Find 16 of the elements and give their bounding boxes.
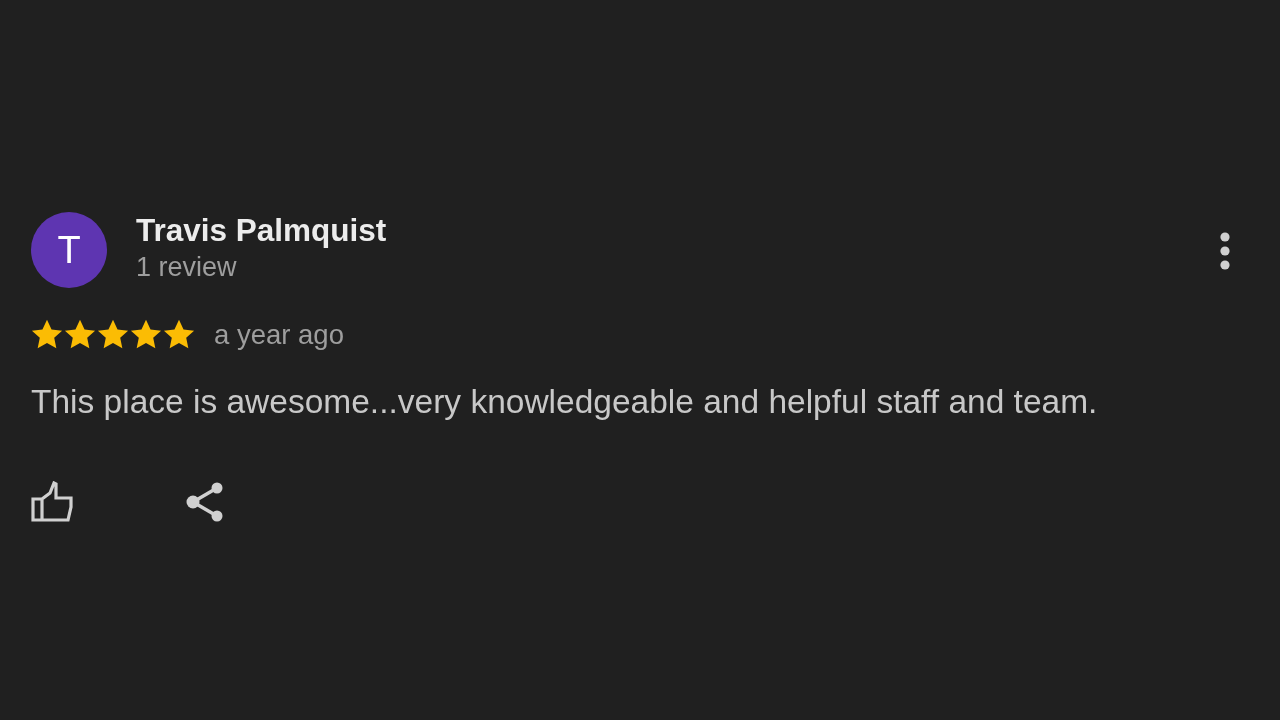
review-text: This place is awesome...very knowledgeable and helpful staff and team. bbox=[31, 383, 1099, 421]
review-time: a year ago bbox=[214, 319, 344, 350]
filled-star-icon bbox=[163, 319, 195, 350]
thumbs-up-icon bbox=[31, 481, 74, 522]
filled-star-icon bbox=[31, 319, 63, 350]
more-icon bbox=[1220, 232, 1230, 270]
more-options-button[interactable] bbox=[1220, 232, 1230, 270]
filled-star-icon bbox=[130, 319, 162, 350]
filled-star-icon bbox=[64, 319, 96, 350]
like-button[interactable] bbox=[31, 481, 74, 522]
share-icon bbox=[186, 481, 224, 522]
reviewer-name[interactable]: Travis Palmquist bbox=[136, 212, 387, 248]
share-button[interactable] bbox=[186, 481, 224, 522]
review-count: 1 review bbox=[136, 252, 237, 282]
avatar: T bbox=[31, 212, 107, 288]
filled-star-icon bbox=[97, 319, 129, 350]
